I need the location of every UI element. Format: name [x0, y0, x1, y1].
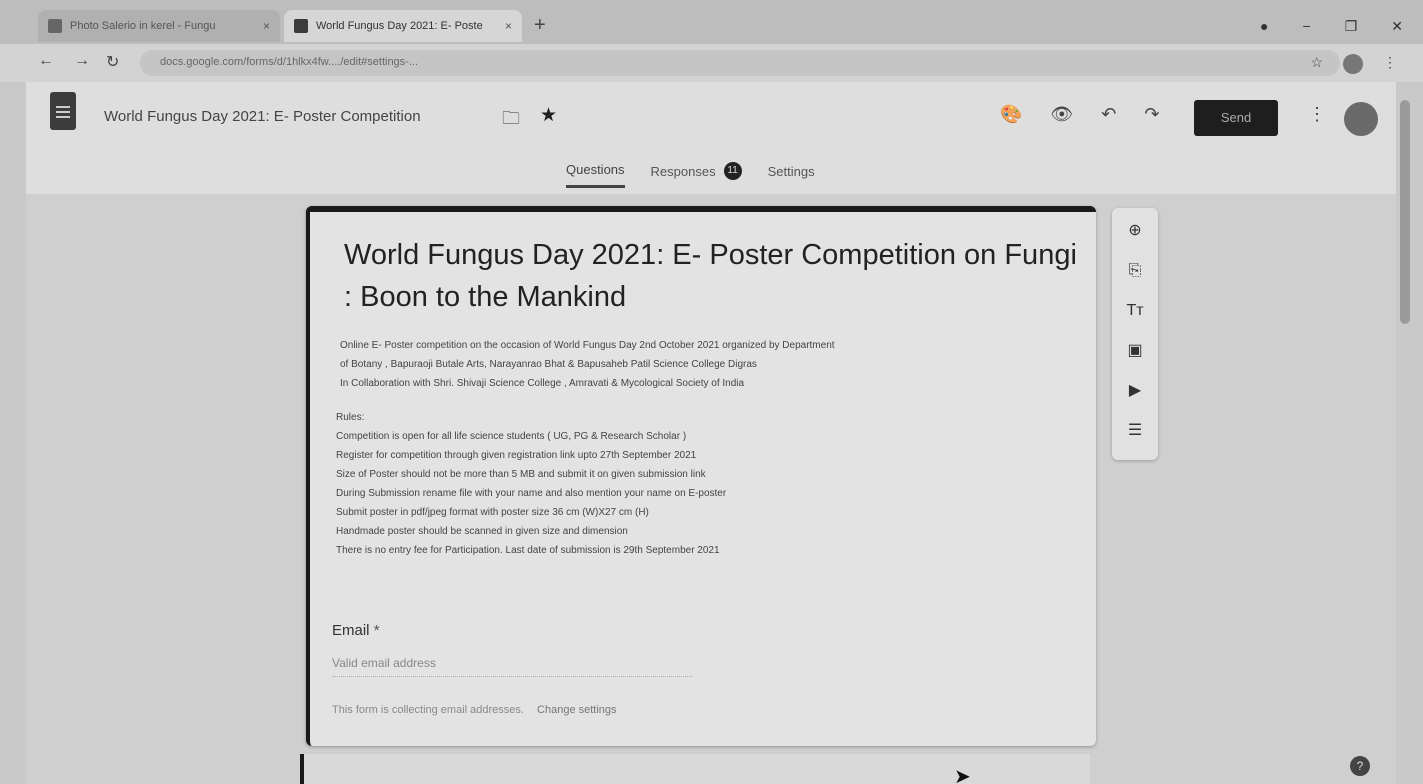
restore-button[interactable]: ❐ [1345, 18, 1358, 35]
back-arrow-icon[interactable]: ← [38, 52, 54, 70]
rule-line: Size of Poster should not be more than 5… [336, 469, 706, 480]
google-forms-logo-icon[interactable] [50, 92, 76, 130]
tab-label: Settings [767, 163, 815, 179]
browser-tab-bar: Photo Salerio in kerel - Fungu × World F… [0, 0, 1423, 44]
tab-settings[interactable]: Settings [768, 162, 815, 188]
tab-questions[interactable]: Questions [566, 162, 625, 188]
mouse-cursor-icon: ➤ [954, 766, 971, 784]
form-document-title[interactable]: World Fungus Day 2021: E- Poster Competi… [104, 108, 421, 125]
rule-line: Competition is open for all life science… [336, 431, 687, 442]
google-photos-favicon-icon [48, 19, 62, 33]
browser-menu-icon[interactable]: ⋮ [1383, 54, 1397, 74]
profile-icon[interactable] [1343, 54, 1363, 74]
address-bar-row: ← → ↻ docs.google.com/forms/d/1hlkx4fw..… [0, 44, 1423, 82]
reload-icon[interactable]: ↻ [106, 52, 119, 72]
tab-label: Questions [566, 162, 625, 177]
minimize-button[interactable]: − [1303, 18, 1311, 35]
palette-icon[interactable]: 🎨 [1000, 104, 1022, 125]
email-label: Email * [332, 622, 380, 639]
rule-line: There is no entry fee for Participation.… [336, 545, 720, 556]
description-line: Online E- Poster competition on the occa… [340, 340, 835, 351]
new-tab-button[interactable]: + [534, 14, 546, 37]
record-icon[interactable]: ● [1260, 18, 1268, 35]
add-image-icon[interactable]: ▣ [1123, 340, 1147, 362]
folder-icon[interactable]: 🗀 [502, 106, 520, 136]
rule-line: During Submission rename file with your … [336, 488, 727, 499]
more-vert-icon[interactable]: ⋮ [1308, 104, 1326, 125]
tab-label: Responses [650, 163, 716, 179]
help-icon[interactable]: ? [1350, 756, 1370, 776]
browser-tab-1[interactable]: Photo Salerio in kerel - Fungu × [38, 10, 280, 42]
header-actions: 🎨 👁 ↶ ↷ [1000, 104, 1159, 125]
email-field[interactable]: Valid email address [332, 656, 692, 677]
undo-icon[interactable]: ↶ [1101, 104, 1116, 125]
next-question-card[interactable] [300, 754, 1090, 784]
bookmark-star-icon[interactable]: ☆ [1310, 54, 1323, 74]
url-input[interactable]: docs.google.com/forms/d/1hlkx4fw..../edi… [140, 50, 1340, 76]
add-question-icon[interactable]: ⊕ [1123, 220, 1147, 242]
tab-close-icon[interactable]: × [505, 19, 512, 33]
redo-icon[interactable]: ↷ [1144, 104, 1159, 125]
add-section-icon[interactable]: ☰ [1123, 420, 1147, 442]
required-asterisk: * [373, 622, 380, 639]
rules-heading: Rules: [336, 412, 365, 423]
rule-line: Submit poster in pdf/jpeg format with po… [336, 507, 649, 518]
send-button[interactable]: Send [1194, 100, 1278, 136]
forward-arrow-icon[interactable]: → [74, 52, 90, 70]
email-label-text: Email [332, 622, 370, 639]
form-rules[interactable]: Rules: Competition is open for all life … [336, 408, 1076, 560]
email-note-text: This form is collecting email addresses. [332, 704, 524, 716]
star-icon[interactable]: ★ [540, 104, 557, 127]
change-settings-link[interactable]: Change settings [537, 704, 617, 716]
import-questions-icon[interactable]: ⎘ [1123, 260, 1147, 282]
google-forms-favicon-icon [294, 19, 308, 33]
toolbar-right: ☆ ⋮ [1310, 54, 1397, 74]
forms-header: World Fungus Day 2021: E- Poster Competi… [26, 82, 1396, 194]
add-title-icon[interactable]: Tт [1123, 300, 1147, 322]
tab-close-icon[interactable]: × [263, 19, 270, 33]
question-toolbar: ⊕ ⎘ Tт ▣ ▶ ☰ [1112, 208, 1158, 460]
avatar[interactable] [1344, 102, 1378, 136]
rule-line: Handmade poster should be scanned in giv… [336, 526, 628, 537]
tab-responses[interactable]: Responses 11 [651, 162, 742, 188]
window-controls: ● − ❐ ✕ [1260, 18, 1403, 35]
responses-count-badge: 11 [723, 162, 742, 180]
rule-line: Register for competition through given r… [336, 450, 697, 461]
description-line: of Botany , Bapuraoji Butale Arts, Naray… [340, 359, 757, 370]
tab-title: World Fungus Day 2021: E- Poste [316, 20, 483, 32]
preview-eye-icon[interactable]: 👁 [1050, 104, 1073, 125]
form-title[interactable]: World Fungus Day 2021: E- Poster Competi… [344, 234, 1084, 318]
form-tabs: Questions Responses 11 Settings [566, 162, 815, 188]
description-line: In Collaboration with Shri. Shivaji Scie… [340, 378, 745, 389]
form-title-card[interactable]: World Fungus Day 2021: E- Poster Competi… [306, 206, 1096, 746]
tab-title: Photo Salerio in kerel - Fungu [70, 20, 216, 32]
close-window-button[interactable]: ✕ [1391, 18, 1403, 35]
email-collection-note: This form is collecting email addresses.… [332, 704, 617, 716]
add-video-icon[interactable]: ▶ [1123, 380, 1147, 402]
browser-tab-2[interactable]: World Fungus Day 2021: E- Poste × [284, 10, 522, 42]
form-description[interactable]: Online E- Poster competition on the occa… [340, 336, 1080, 393]
page-scrollbar[interactable] [1400, 100, 1410, 324]
